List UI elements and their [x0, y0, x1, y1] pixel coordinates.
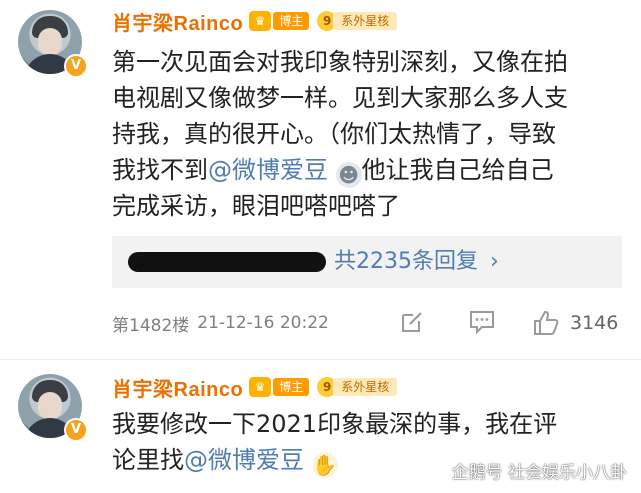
verified-badge-icon: V [64, 54, 88, 78]
verified-badge-icon: V [64, 418, 88, 442]
post-meta: 第1482楼 21-12-16 20:22 3146 [112, 308, 632, 338]
fan-group-tag: 系外星核 [333, 378, 398, 396]
like-count: 3146 [570, 312, 619, 334]
comment-line: 完成采访，眼泪吧嗒吧嗒了 [112, 192, 400, 220]
share-edit-icon[interactable] [398, 309, 426, 337]
post-header: 肖宇梁Rainco ♛ 博主 9 系外星核 [112, 7, 398, 36]
fan-group-tag: 系外星核 [333, 12, 398, 30]
avatar-face [38, 392, 62, 420]
comment-line: 我要修改一下2021印象最深的事，我在评 [112, 410, 558, 438]
watermark: 企鹅号 社会娱乐小八卦 [451, 463, 627, 483]
mention-link[interactable]: @微博爱豆 [208, 156, 328, 184]
comment-post: V 肖宇梁Rainco ♛ 博主 9 系外星核 第一次见面会对我印象特别深刻，又… [0, 0, 641, 360]
mention-link[interactable]: @微博爱豆 [184, 446, 304, 474]
floor-number: 第1482楼 [112, 315, 190, 336]
comment-line: 第一次见面会对我印象特别深刻，又像在拍 [112, 48, 568, 76]
divider [0, 359, 641, 360]
comment-line: 论里找 [112, 446, 184, 474]
praying-hands-emoji-icon: ✋ [311, 452, 338, 478]
crown-icon: ♛ [249, 11, 272, 31]
username[interactable]: 肖宇梁Rainco [112, 7, 243, 36]
chevron-right-icon[interactable]: › [490, 248, 499, 276]
blogger-tag: 博主 [273, 378, 310, 396]
comment-line: 电视剧又像做梦一样。见到大家那么多人支 [112, 84, 568, 112]
thumbs-up-icon[interactable] [532, 309, 560, 337]
comment-icon[interactable] [468, 309, 496, 337]
robot-emoji-icon: ☻ [335, 162, 362, 188]
comment-line: 我找不到 [112, 156, 208, 184]
comment-text: 第一次见面会对我印象特别深刻，又像在拍 电视剧又像做梦一样。见到大家那么多人支 持我… [112, 44, 622, 224]
post-header: 肖宇梁Rainco ♛ 博主 9 系外星核 [112, 373, 398, 402]
replies-preview[interactable]: 共2235条回复 › [112, 236, 622, 288]
blogger-tag: 博主 [273, 12, 310, 30]
comment-line: 他让我自己给自己 [361, 156, 554, 184]
username[interactable]: 肖宇梁Rainco [112, 373, 243, 402]
redacted-username [128, 252, 326, 272]
crown-icon: ♛ [249, 377, 272, 397]
comment-line: 持我，真的很开心。（你们太热情了，导致 [112, 120, 556, 148]
reply-count-link[interactable]: 共2235条回复 [334, 248, 478, 276]
timestamp: 21-12-16 20:22 [197, 313, 329, 333]
avatar-face [38, 28, 62, 56]
